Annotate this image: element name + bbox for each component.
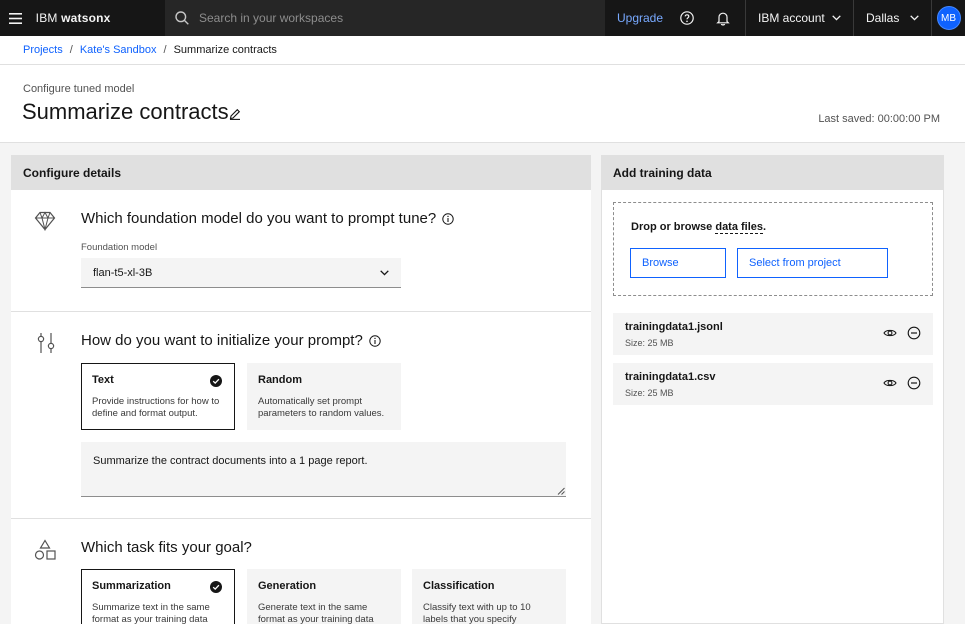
task-tile-summarization[interactable]: Summarization Summarize text in the same… [81, 569, 235, 624]
subtract-circle-icon[interactable] [907, 326, 921, 340]
edit-title-button[interactable] [229, 107, 241, 125]
prompt-initialization-section: How do you want to initialize your promp… [11, 312, 591, 519]
product-brand[interactable]: IBM watsonx [31, 0, 165, 36]
help-icon [680, 11, 694, 25]
select-from-project-button[interactable]: Select from project [737, 248, 888, 278]
breadcrumb: Projects / Kate's Sandbox / Summarize co… [0, 36, 965, 65]
foundation-model-section: Which foundation model do you want to pr… [11, 190, 591, 312]
model-question-text: Which foundation model do you want to pr… [81, 210, 437, 227]
info-icon[interactable] [369, 334, 381, 347]
task-tile-classification[interactable]: Classification Classify text with up to … [412, 569, 566, 624]
breadcrumb-projects[interactable]: Projects [23, 44, 63, 56]
file-dropzone[interactable]: Drop or browse data files. Browse Select… [613, 202, 933, 296]
view-icon[interactable] [883, 326, 897, 340]
breadcrumb-separator: / [69, 44, 73, 56]
task-question-text: Which task fits your goal? [81, 539, 252, 556]
data-files-link[interactable]: data files [715, 221, 764, 234]
tile-title: Summarization [92, 580, 171, 592]
model-question: Which foundation model do you want to pr… [81, 210, 454, 227]
task-question: Which task fits your goal? [81, 539, 252, 556]
upgrade-link[interactable]: Upgrade [605, 0, 669, 36]
breadcrumb-sandbox[interactable]: Kate's Sandbox [80, 44, 157, 56]
chevron-down-icon [380, 269, 389, 276]
prompt-textarea[interactable]: Summarize the contract documents into a … [81, 442, 566, 497]
browse-button[interactable]: Browse [630, 248, 726, 278]
init-question: How do you want to initialize your promp… [81, 332, 381, 349]
init-tile-text[interactable]: Text Provide instructions for how to def… [81, 363, 235, 430]
init-question-text: How do you want to initialize your promp… [81, 332, 363, 349]
subtract-circle-icon[interactable] [907, 376, 921, 390]
edit-icon [229, 108, 241, 120]
checkmark-filled-icon [210, 375, 222, 387]
user-menu-button[interactable]: MB [931, 0, 965, 36]
tile-description: Automatically set prompt parameters to r… [258, 396, 385, 419]
last-saved-status: Last saved: 00:00:00 PM [818, 113, 940, 125]
file-name: trainingdata1.jsonl [625, 321, 723, 333]
task-section: Which task fits your goal? Summarization… [11, 519, 591, 624]
dropzone-text: Drop or browse data files. [631, 221, 767, 234]
brand-prefix: IBM [35, 11, 58, 25]
top-navigation-bar: IBM watsonx Search in your workspaces Up… [0, 0, 965, 36]
file-name: trainingdata1.csv [625, 371, 716, 383]
brand-name: watsonx [61, 11, 111, 25]
help-button[interactable] [669, 0, 705, 36]
dropzone-suffix: . [763, 221, 767, 233]
tile-title: Classification [423, 580, 495, 592]
region-switcher[interactable]: Dallas [853, 0, 931, 36]
configure-details-heading: Configure details [11, 155, 591, 190]
configure-details-panel: Configure details Which foundation model… [11, 155, 591, 624]
page-header: Configure tuned model Summarize contract… [0, 65, 965, 143]
training-data-panel: Add training data Drop or browse data fi… [601, 155, 944, 624]
tile-description: Classify text with up to 10 labels that … [423, 602, 531, 624]
dropzone-prefix: Drop or browse [631, 221, 716, 233]
info-icon[interactable] [442, 212, 454, 225]
resize-handle-icon[interactable] [557, 487, 565, 495]
account-label: IBM account [758, 11, 825, 25]
foundation-model-label: Foundation model [81, 242, 158, 253]
breadcrumb-current: Summarize contracts [173, 44, 277, 56]
search-icon [175, 11, 189, 25]
tile-description: Generate text in the same format as your… [258, 602, 374, 624]
init-tile-random[interactable]: Random Automatically set prompt paramete… [247, 363, 401, 430]
file-row: trainingdata1.jsonl Size: 25 MB [613, 313, 933, 355]
prompt-text: Summarize the contract documents into a … [93, 455, 368, 467]
training-data-heading: Add training data [601, 155, 944, 190]
page-eyebrow: Configure tuned model [23, 83, 135, 95]
notification-icon [716, 12, 730, 25]
diamond-icon [34, 211, 56, 231]
chevron-down-icon [910, 15, 919, 21]
foundation-model-dropdown[interactable]: flan-t5-xl-3B [81, 258, 401, 288]
tile-title: Generation [258, 580, 317, 592]
global-search[interactable]: Search in your workspaces [165, 0, 605, 36]
breadcrumb-separator: / [163, 44, 167, 56]
chevron-down-icon [832, 15, 841, 21]
file-size: Size: 25 MB [625, 388, 674, 398]
file-size: Size: 25 MB [625, 338, 674, 348]
task-tile-generation[interactable]: Generation Generate text in the same for… [247, 569, 401, 624]
checkmark-filled-icon [210, 581, 222, 593]
file-row: trainingdata1.csv Size: 25 MB [613, 363, 933, 405]
shapes-icon [34, 539, 56, 560]
region-label: Dallas [866, 11, 900, 25]
page-title: Summarize contracts [22, 99, 229, 124]
search-input[interactable]: Search in your workspaces [199, 11, 343, 25]
menu-icon [8, 12, 22, 24]
account-switcher[interactable]: IBM account [745, 0, 853, 36]
view-icon[interactable] [883, 376, 897, 390]
tile-title: Text [92, 374, 114, 386]
notifications-button[interactable] [705, 0, 741, 36]
menu-button[interactable] [0, 0, 31, 36]
avatar: MB [936, 6, 961, 30]
tile-title: Random [258, 374, 302, 386]
tile-description: Provide instructions for how to define a… [92, 396, 220, 419]
foundation-model-value: flan-t5-xl-3B [93, 266, 153, 279]
tile-description: Summarize text in the same format as you… [92, 602, 210, 624]
sliders-icon [37, 333, 55, 353]
